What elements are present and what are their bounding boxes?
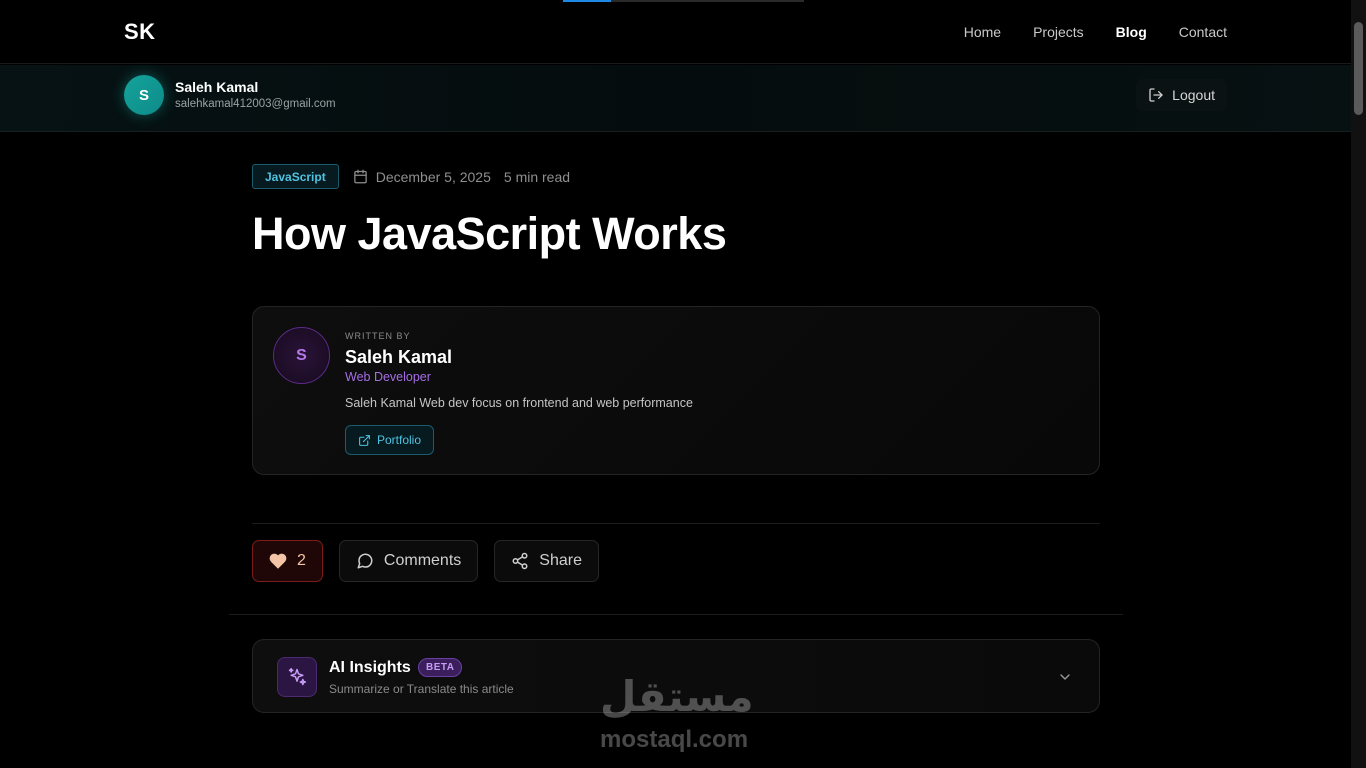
user-email: salehkamal412003@gmail.com: [175, 98, 336, 110]
portfolio-label: Portfolio: [377, 433, 422, 447]
watermark-latin: mostaql.com: [600, 726, 749, 753]
category-tag[interactable]: JavaScript: [252, 164, 339, 189]
chevron-down-icon[interactable]: [1057, 669, 1073, 685]
ai-insights-title: AI Insights: [329, 659, 411, 676]
author-role: Web Developer: [345, 370, 431, 384]
logout-button[interactable]: Logout: [1136, 79, 1227, 111]
comments-label: Comments: [383, 552, 462, 569]
top-navbar: SK Home Projects Blog Contact: [0, 0, 1351, 64]
read-time: 5 min read: [503, 168, 571, 185]
calendar-icon: [353, 169, 367, 184]
article-meta: JavaScript December 5, 2025 5 min read: [252, 164, 570, 189]
publish-date: December 5, 2025: [375, 168, 491, 185]
nav-link-home[interactable]: Home: [964, 24, 1001, 40]
author-name: Saleh Kamal: [345, 347, 453, 367]
divider: [229, 614, 1123, 615]
watermark: مستقل mostaql.com: [600, 672, 766, 754]
portfolio-button[interactable]: Portfolio: [345, 425, 435, 455]
logout-icon: [1149, 88, 1163, 102]
nav-link-blog[interactable]: Blog: [1116, 24, 1147, 40]
comment-icon: [357, 553, 373, 569]
author-bio: Saleh Kamal Web dev focus on frontend an…: [345, 396, 693, 410]
site-logo[interactable]: SK: [124, 19, 156, 45]
article-title: How JavaScript Works: [252, 208, 727, 259]
heart-icon: [269, 553, 287, 569]
beta-badge: BETA: [418, 658, 463, 677]
author-avatar: S: [273, 327, 330, 384]
article-actions: 2 Comments Share: [252, 540, 599, 582]
share-button[interactable]: Share: [494, 540, 599, 582]
divider: [252, 523, 1100, 524]
author-card: S WRITTEN BY Saleh Kamal Web Developer S…: [252, 306, 1100, 475]
like-button[interactable]: 2: [252, 540, 323, 582]
nav-links: Home Projects Blog Contact: [964, 24, 1227, 40]
ai-insights-subtitle: Summarize or Translate this article: [329, 682, 514, 696]
nav-link-projects[interactable]: Projects: [1033, 24, 1084, 40]
sparkles-icon: [277, 657, 317, 697]
share-label: Share: [539, 552, 582, 569]
nav-link-contact[interactable]: Contact: [1179, 24, 1227, 40]
share-icon: [512, 552, 528, 570]
user-bar: S Saleh Kamal salehkamal412003@gmail.com…: [0, 65, 1351, 132]
comments-button[interactable]: Comments: [338, 540, 479, 582]
external-link-icon: [359, 434, 370, 446]
watermark-arabic: مستقل: [600, 673, 754, 720]
like-count: 2: [297, 552, 306, 569]
user-name: Saleh Kamal: [175, 79, 259, 95]
scrollbar-thumb[interactable]: [1354, 22, 1363, 115]
page-scrollbar[interactable]: [1351, 0, 1366, 768]
written-by-label: WRITTEN BY: [345, 331, 411, 341]
logout-label: Logout: [1172, 87, 1215, 103]
user-avatar: S: [124, 75, 164, 115]
